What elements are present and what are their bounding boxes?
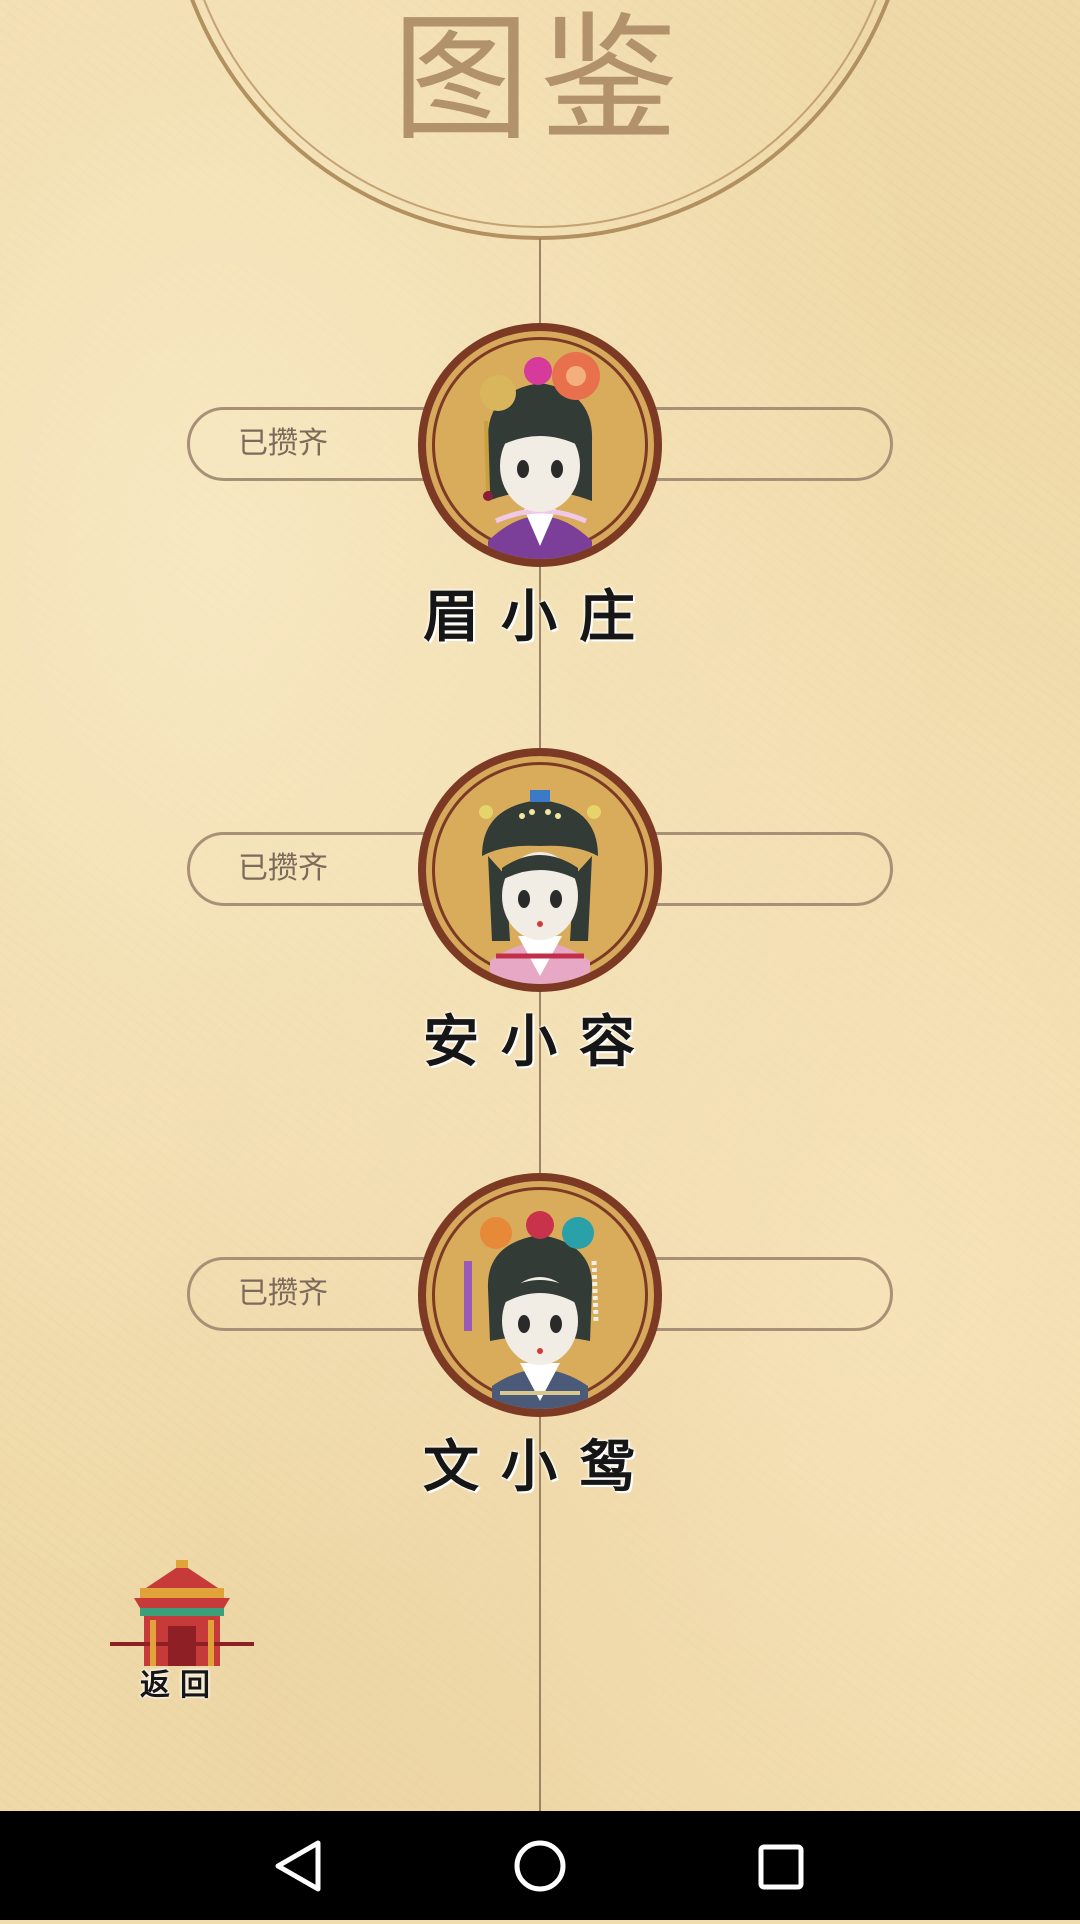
circle-home-icon [514,1840,566,1892]
character-name-3: 文小鸳 [423,1434,657,1500]
palace-icon [110,1560,254,1666]
status-label-2: 已攒齐 [238,851,328,886]
back-button[interactable]: 返回 [110,1560,254,1703]
character-name-2: 安小容 [423,1009,657,1075]
page-title: 图鉴 [391,0,688,160]
nav-back-button[interactable] [240,1811,360,1920]
system-nav-bar [0,1811,1080,1920]
consort-avatar-icon [479,790,601,984]
paper-background: 图鉴 已攒齐 眉小庄 已攒齐 安小容 已攒齐 文小鸳 返回 [0,0,1080,1811]
character-portrait-3[interactable] [418,1173,662,1417]
nav-recents-button[interactable] [720,1811,840,1920]
consort-avatar-icon [464,1211,599,1409]
consort-avatar-icon [480,352,600,559]
square-recents-icon [758,1844,804,1890]
character-name-1: 眉小庄 [423,584,657,650]
triangle-back-icon [275,1840,321,1892]
nav-home-button[interactable] [480,1811,600,1920]
back-label: 返回 [140,1668,220,1703]
character-portrait-2[interactable] [418,748,662,992]
character-portrait-1[interactable] [418,323,662,567]
status-label-3: 已攒齐 [238,1276,328,1311]
status-label-1: 已攒齐 [238,426,328,461]
